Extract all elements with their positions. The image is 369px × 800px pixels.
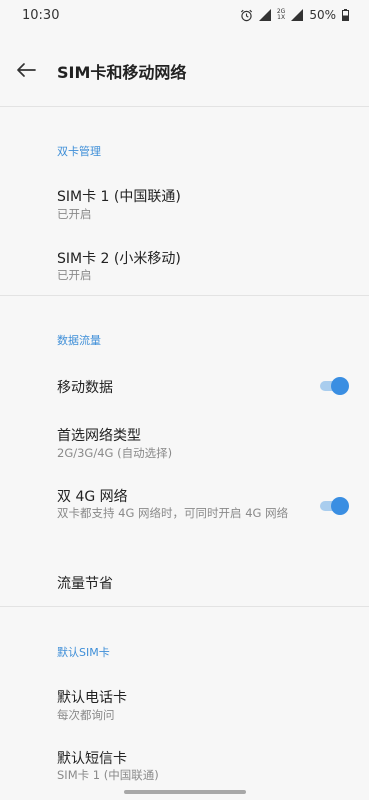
status-icons: 2G 1X 50% <box>240 8 349 22</box>
network-type-value: 2G/3G/4G (自动选择) <box>57 446 173 460</box>
default-call-card-title: 默认电话卡 <box>57 690 127 706</box>
section-divider <box>0 606 369 607</box>
status-time: 10:30 <box>22 8 60 23</box>
network-type-title: 首选网络类型 <box>57 428 141 444</box>
back-button[interactable] <box>12 56 40 84</box>
mobile-data-toggle[interactable] <box>318 376 350 396</box>
dual-4g-toggle[interactable] <box>318 496 350 516</box>
battery-icon <box>342 9 349 21</box>
sim1-status: 已开启 <box>57 207 92 221</box>
sim2-status: 已开启 <box>57 268 92 282</box>
arrow-left-icon <box>17 63 36 77</box>
signal-icon <box>258 9 271 21</box>
alarm-icon <box>240 9 253 22</box>
section-divider <box>0 295 369 296</box>
network-type-icon: 2G 1X <box>277 9 285 21</box>
section-title-dual-sim: 双卡管理 <box>57 145 101 158</box>
toggle-thumb <box>331 377 349 395</box>
sim1-title: SIM卡 1 (中国联通) <box>57 189 181 205</box>
section-title-default-sim: 默认SIM卡 <box>57 646 110 659</box>
default-sms-card-title: 默认短信卡 <box>57 751 127 767</box>
header-divider <box>0 106 369 107</box>
toggle-thumb <box>331 497 349 515</box>
mobile-data-title: 移动数据 <box>57 380 113 396</box>
header: SIM卡和移动网络 <box>0 44 369 96</box>
default-sms-card-value: SIM卡 1 (中国联通) <box>57 768 159 782</box>
dual-4g-description: 双卡都支持 4G 网络时，可同时开启 4G 网络 <box>57 506 289 520</box>
signal-icon <box>291 9 304 21</box>
sim2-title: SIM卡 2 (小米移动) <box>57 251 181 267</box>
battery-percent: 50% <box>309 8 336 22</box>
data-saver-title: 流量节省 <box>57 576 113 592</box>
status-bar: 10:30 2G 1X 50% <box>0 0 369 32</box>
page-title: SIM卡和移动网络 <box>57 63 187 82</box>
default-call-card-value: 每次都询问 <box>57 708 115 722</box>
section-title-data-usage: 数据流量 <box>57 334 101 347</box>
network-type-bottom: 1X <box>277 14 286 21</box>
gesture-nav-bar[interactable] <box>124 790 246 794</box>
